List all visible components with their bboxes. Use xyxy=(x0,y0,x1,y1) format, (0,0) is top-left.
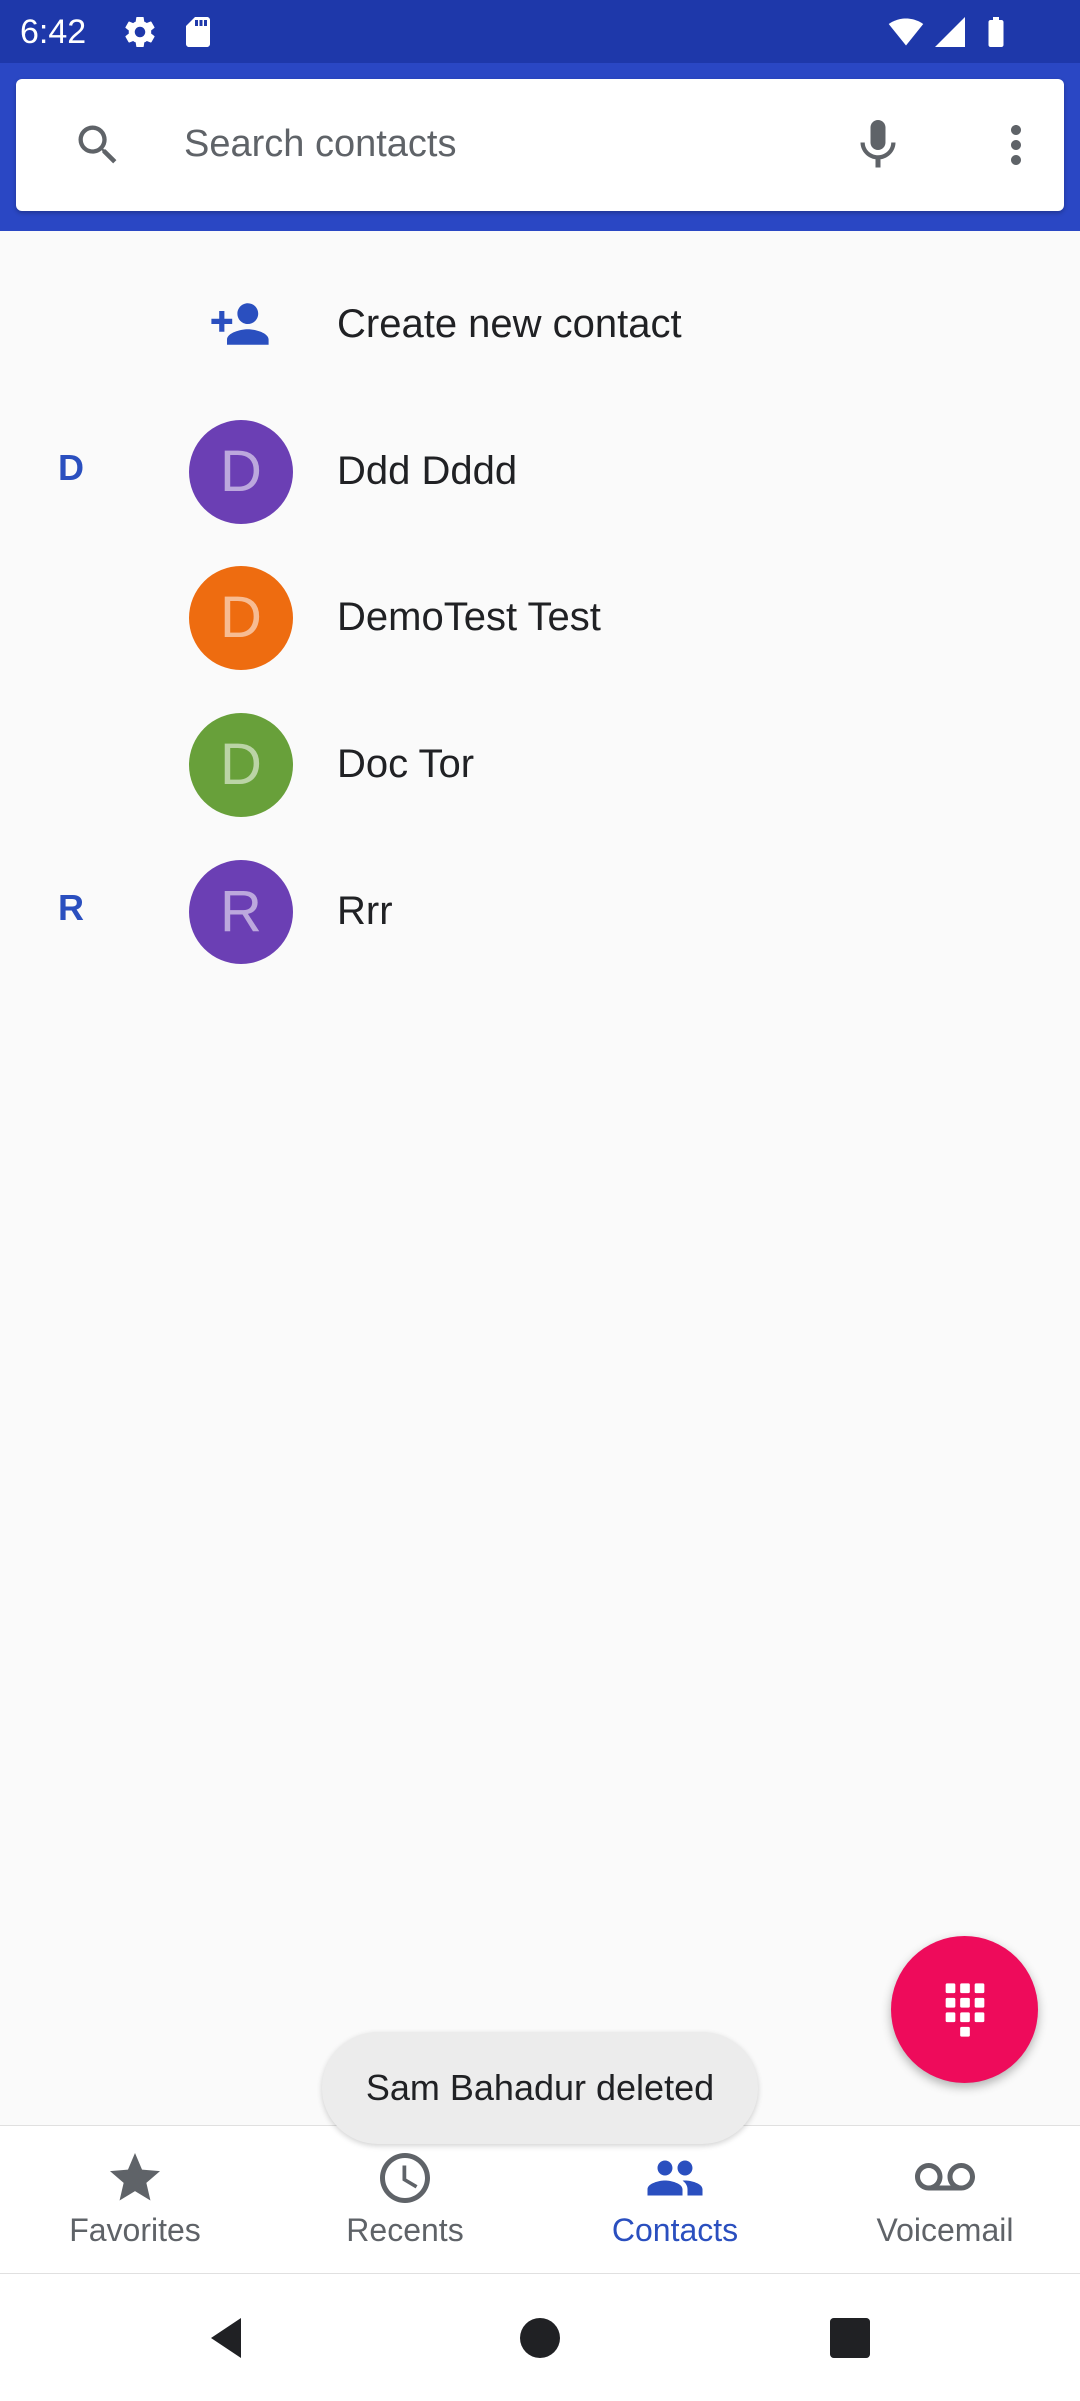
star-icon xyxy=(110,2153,160,2201)
avatar: D xyxy=(189,566,293,670)
contact-name: DemoTest Test xyxy=(337,595,601,639)
status-bar: 6:42 xyxy=(0,0,1080,63)
tab-label: Favorites xyxy=(69,2212,201,2248)
avatar: R xyxy=(189,860,293,964)
mic-icon[interactable] xyxy=(848,115,908,175)
create-new-contact-row[interactable]: Create new contact xyxy=(0,258,1080,398)
search-icon[interactable] xyxy=(72,119,124,171)
clock-icon xyxy=(380,2153,430,2203)
back-icon[interactable] xyxy=(196,2308,256,2368)
people-icon xyxy=(647,2160,703,2196)
contact-row[interactable]: R R Rrr xyxy=(0,839,1080,986)
tab-label: Recents xyxy=(346,2212,464,2248)
tab-recents[interactable]: Recents xyxy=(270,2126,540,2273)
tab-label: Contacts xyxy=(611,2212,739,2248)
dialpad-fab-button[interactable] xyxy=(891,1936,1038,2083)
signal-icon xyxy=(935,17,965,47)
avatar: D xyxy=(189,420,293,524)
section-header-letter: R xyxy=(58,887,84,928)
contact-row[interactable]: D DemoTest Test xyxy=(0,545,1080,692)
tab-voicemail[interactable]: Voicemail xyxy=(810,2126,1080,2273)
avatar: D xyxy=(189,713,293,817)
tab-contacts[interactable]: Contacts xyxy=(540,2126,810,2273)
bottom-navigation: Favorites Recents Contacts Voicemail xyxy=(0,2125,1080,2273)
sd-card-icon xyxy=(186,17,210,47)
battery-icon xyxy=(988,17,1004,47)
gear-icon xyxy=(125,17,155,48)
section-header-letter: D xyxy=(58,447,84,488)
contact-name: Doc Tor xyxy=(337,742,475,786)
contact-row[interactable]: D D Ddd Dddd xyxy=(0,399,1080,546)
tab-label: Voicemail xyxy=(876,2212,1014,2248)
system-navigation-bar xyxy=(0,2273,1080,2401)
status-time: 6:42 xyxy=(20,13,87,51)
dialpad-icon xyxy=(945,1983,985,2037)
contact-name: Rrr xyxy=(337,889,393,933)
create-new-contact-label: Create new contact xyxy=(337,302,682,346)
contact-name: Ddd Dddd xyxy=(337,449,518,493)
voicemail-icon xyxy=(915,2163,975,2191)
more-vert-icon[interactable] xyxy=(986,115,1046,175)
recents-icon[interactable] xyxy=(820,2308,880,2368)
wifi-icon xyxy=(888,18,924,46)
search-bar xyxy=(16,79,1064,211)
contact-row[interactable]: D Doc Tor xyxy=(0,692,1080,839)
snackbar-toast: Sam Bahadur deleted xyxy=(322,2032,758,2144)
person-add-icon xyxy=(211,303,269,345)
tab-favorites[interactable]: Favorites xyxy=(0,2126,270,2273)
search-input[interactable] xyxy=(184,109,804,179)
home-icon[interactable] xyxy=(510,2308,570,2368)
